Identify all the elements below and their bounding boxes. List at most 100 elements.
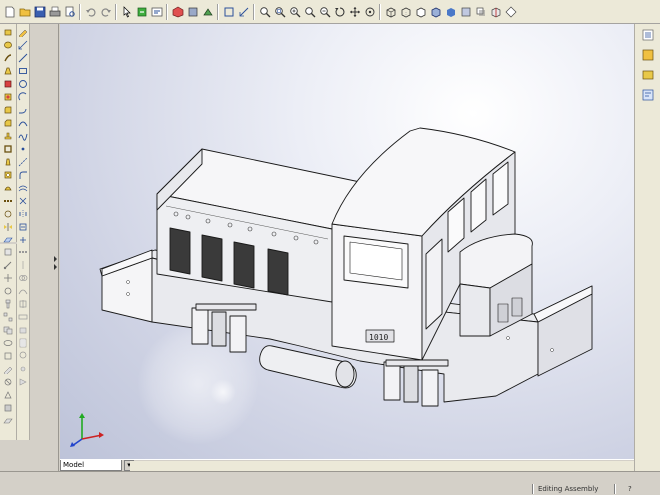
tab-model[interactable]: Model: [60, 460, 122, 471]
rib-icon[interactable]: [3, 130, 14, 141]
reference-geometry-icon[interactable]: [3, 415, 14, 426]
mirror-icon[interactable]: [3, 221, 14, 232]
pan-icon[interactable]: [348, 5, 361, 18]
extruded-boss-icon[interactable]: [3, 26, 14, 37]
redo-icon[interactable]: [99, 5, 112, 18]
section-view-icon[interactable]: [489, 5, 502, 18]
three-point-arc-icon[interactable]: [18, 117, 29, 128]
zoom-selection-icon[interactable]: [303, 5, 316, 18]
move-component-icon[interactable]: [3, 272, 14, 283]
zoom-in-icon[interactable]: [288, 5, 301, 18]
centerpoint-arc-icon[interactable]: [18, 91, 29, 102]
splitter-grip-icon[interactable]: [54, 256, 57, 270]
draft-quality-icon[interactable]: [459, 5, 472, 18]
revolved-cut-icon[interactable]: [3, 91, 14, 102]
status-help-text[interactable]: ?: [628, 485, 632, 493]
revolved-boss-icon[interactable]: [3, 39, 14, 50]
mirror-entities-icon[interactable]: [18, 208, 29, 219]
edit-component-icon[interactable]: [3, 363, 14, 374]
wireframe-icon[interactable]: [384, 5, 397, 18]
spline-icon[interactable]: [18, 130, 29, 141]
balloon-icon[interactable]: [18, 350, 29, 361]
shaded-with-edges-icon[interactable]: [429, 5, 442, 18]
no-external-references-icon[interactable]: [3, 376, 14, 387]
horizontal-scrollbar[interactable]: [130, 461, 634, 471]
select-icon[interactable]: [120, 5, 133, 18]
mirror-components-icon[interactable]: [18, 259, 29, 270]
graphics-area[interactable]: 1010: [60, 24, 634, 471]
sketch-fillet-icon[interactable]: [18, 169, 29, 180]
extruded-cut-icon[interactable]: [3, 78, 14, 89]
chamfer-icon[interactable]: [3, 117, 14, 128]
sketch-icon[interactable]: [18, 26, 29, 37]
dome-icon[interactable]: [3, 182, 14, 193]
rotate-component-icon[interactable]: [3, 285, 14, 296]
options-icon[interactable]: [150, 5, 163, 18]
linear-pattern-icon[interactable]: [3, 195, 14, 206]
offset-entities-icon[interactable]: [18, 182, 29, 193]
view-orientation-icon[interactable]: [171, 5, 184, 18]
smart-fasteners-icon[interactable]: [3, 298, 14, 309]
circle-icon[interactable]: [18, 78, 29, 89]
collision-detection-icon[interactable]: [18, 272, 29, 283]
physical-dynamics-icon[interactable]: [18, 285, 29, 296]
point-icon[interactable]: [18, 143, 29, 154]
shell-icon[interactable]: [3, 143, 14, 154]
display-manager-icon[interactable]: [641, 88, 655, 102]
shadows-icon[interactable]: [474, 5, 487, 18]
undo-icon[interactable]: [84, 5, 97, 18]
hole-icon[interactable]: [3, 169, 14, 180]
assembly-feature-icon[interactable]: [3, 402, 14, 413]
help-icon[interactable]: [504, 5, 517, 18]
measure-icon[interactable]: [18, 311, 29, 322]
zoom-area-icon[interactable]: [273, 5, 286, 18]
circular-pattern-icon[interactable]: [3, 208, 14, 219]
open-icon[interactable]: [18, 5, 31, 18]
centerline-icon[interactable]: [18, 156, 29, 167]
configuration-manager-icon[interactable]: [641, 68, 655, 82]
sketch-icon[interactable]: [222, 5, 235, 18]
loft-icon[interactable]: [3, 65, 14, 76]
save-icon[interactable]: [33, 5, 46, 18]
simulation-icon[interactable]: [3, 389, 14, 400]
hidden-lines-visible-icon[interactable]: [399, 5, 412, 18]
print-icon[interactable]: [48, 5, 61, 18]
change-suppression-icon[interactable]: [3, 350, 14, 361]
trim-icon[interactable]: [18, 195, 29, 206]
locomotive-model[interactable]: 1010: [60, 24, 634, 471]
smart-dimension-icon[interactable]: [18, 39, 29, 50]
zoom-out-icon[interactable]: [318, 5, 331, 18]
roll-view-icon[interactable]: [363, 5, 376, 18]
hidden-lines-removed-icon[interactable]: [414, 5, 427, 18]
rebuild-icon[interactable]: [135, 5, 148, 18]
interference-detection-icon[interactable]: [3, 324, 14, 335]
bill-of-materials-icon[interactable]: [18, 337, 29, 348]
smart-dimension-icon[interactable]: [237, 5, 250, 18]
exploded-view-icon[interactable]: [3, 311, 14, 322]
line-icon[interactable]: [18, 52, 29, 63]
standard-views-icon[interactable]: [201, 5, 214, 18]
new-icon[interactable]: [3, 5, 16, 18]
zoom-to-fit-icon[interactable]: [258, 5, 271, 18]
rotate-icon[interactable]: [333, 5, 346, 18]
component-pattern-icon[interactable]: [18, 246, 29, 257]
sensor-icon[interactable]: [18, 363, 29, 374]
print-preview-icon[interactable]: [63, 5, 76, 18]
rectangle-icon[interactable]: [18, 65, 29, 76]
feature-manager-icon[interactable]: [641, 28, 655, 42]
tangent-arc-icon[interactable]: [18, 104, 29, 115]
feature-tree-panel-collapsed[interactable]: [31, 24, 59, 495]
motion-study-icon[interactable]: [18, 376, 29, 387]
hide-show-components-icon[interactable]: [3, 337, 14, 348]
normal-to-icon[interactable]: [186, 5, 199, 18]
property-manager-icon[interactable]: [641, 48, 655, 62]
add-relation-icon[interactable]: [18, 221, 29, 232]
section-view-icon[interactable]: [18, 298, 29, 309]
fillet-icon[interactable]: [3, 104, 14, 115]
sweep-icon[interactable]: [3, 52, 14, 63]
mate-icon[interactable]: [3, 259, 14, 270]
mass-properties-icon[interactable]: [18, 324, 29, 335]
insert-component-icon[interactable]: [3, 246, 14, 257]
shaded-icon[interactable]: [444, 5, 457, 18]
draft-icon[interactable]: [3, 156, 14, 167]
